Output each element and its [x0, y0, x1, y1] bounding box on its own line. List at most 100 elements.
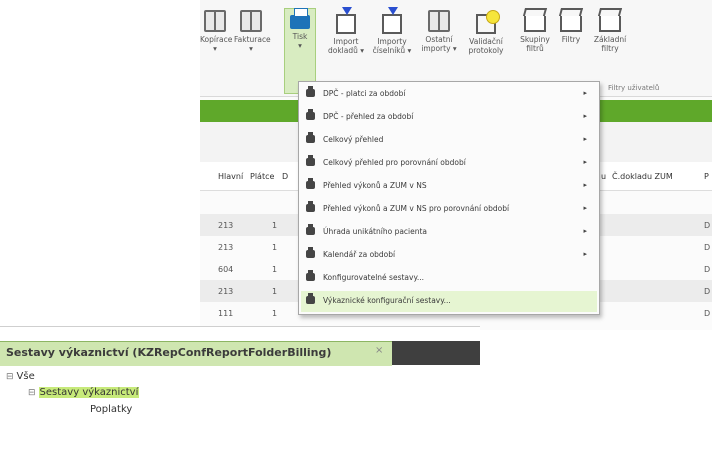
- column-header-hlavni[interactable]: Hlavní: [218, 172, 243, 181]
- book-icon: [240, 10, 262, 32]
- menu-item-label: Celkový přehled pro porovnání období: [323, 158, 466, 167]
- cell-p: D: [704, 309, 711, 318]
- cell-hlavni: 213: [218, 243, 234, 252]
- column-header-cdokladu-zum[interactable]: Č.dokladu ZUM: [612, 172, 673, 181]
- printer-icon: [306, 86, 315, 97]
- import-icon: [382, 7, 402, 34]
- report-tree: ⊟ Vše ⊟ Sestavy výkaznictví Poplatky: [0, 367, 480, 474]
- tree-node-poplatky[interactable]: Poplatky: [90, 404, 132, 415]
- menu-item-dpc-prehled[interactable]: DPČ - přehled za období ▸: [301, 107, 597, 128]
- cell-hlavni: 213: [218, 287, 234, 296]
- cell-p: D: [704, 221, 711, 230]
- menu-item-label: Výkaznické konfigurační sestavy...: [323, 296, 451, 305]
- menu-item-konfigurovatelne-sestavy[interactable]: Konfigurovatelné sestavy...: [301, 268, 597, 289]
- menu-item-label: DPČ - platci za období: [323, 89, 406, 98]
- menu-item-label: Úhrada unikátního pacienta: [323, 227, 428, 236]
- menu-item-celkovy-prehled-porovnani[interactable]: Celkový přehled pro porovnání období ▸: [301, 153, 597, 174]
- document-tab-strip: Sestavy výkaznictví (KZRepConfReportFold…: [0, 331, 480, 366]
- menu-item-label: Konfigurovatelné sestavy...: [323, 273, 424, 282]
- printer-icon: [306, 224, 315, 235]
- import-icon: [336, 7, 356, 34]
- book-icon: [428, 10, 450, 32]
- tray-icon: [599, 16, 621, 32]
- submenu-arrow-icon: ▸: [583, 181, 587, 189]
- menu-item-label: Kalendář za období: [323, 250, 396, 259]
- ribbon-screenshot: Kopírace ▾ Fakturace ▾ Tisk ▾ Import dok…: [200, 0, 712, 330]
- menu-item-dpc-platci[interactable]: DPČ - platci za období ▸: [301, 84, 597, 105]
- ostatni-sub-label: importy ▾: [421, 44, 457, 53]
- tray-icon: [524, 16, 546, 32]
- cell-p: D: [704, 265, 711, 274]
- menu-item-prehled-vykonu-zum-porovnani[interactable]: Přehled výkonů a ZUM v NS pro porovnání …: [301, 199, 597, 220]
- cell-platce: 1: [272, 287, 278, 296]
- menu-item-label: Přehled výkonů a ZUM v NS pro porovnání …: [323, 204, 510, 213]
- cell-p: D: [704, 287, 711, 296]
- document-tab-title: Sestavy výkaznictví (KZRepConfReportFold…: [6, 346, 332, 359]
- kopirace-dropdown-arrow: ▾: [213, 44, 217, 53]
- submenu-arrow-icon: ▸: [583, 135, 587, 143]
- book-icon: [204, 10, 226, 32]
- column-header-platce[interactable]: Plátce: [250, 172, 274, 181]
- menu-item-uhrada-pacienta[interactable]: Úhrada unikátního pacienta ▸: [301, 222, 597, 243]
- fakturace-dropdown-arrow: ▾: [249, 44, 253, 53]
- menu-item-label: Celkový přehled: [323, 135, 384, 144]
- tree-node-root[interactable]: ⊟ Vše: [6, 371, 35, 382]
- submenu-arrow-icon: ▸: [583, 89, 587, 97]
- submenu-arrow-icon: ▸: [583, 112, 587, 120]
- column-header-d[interactable]: D: [282, 172, 288, 181]
- cell-platce: 1: [272, 243, 278, 252]
- fakturace-button[interactable]: Fakturace ▾: [234, 10, 271, 94]
- submenu-arrow-icon: ▸: [583, 250, 587, 258]
- zakladni-label: Základní: [593, 35, 627, 44]
- menu-item-celkovy-prehled[interactable]: Celkový přehled ▸: [301, 130, 597, 151]
- printer-icon: [290, 8, 310, 29]
- submenu-arrow-icon: ▸: [583, 158, 587, 166]
- tree-node-label: Poplatky: [90, 404, 133, 415]
- report-folder-panel: Sestavy výkaznictví (KZRepConfReportFold…: [0, 326, 480, 474]
- menu-item-vykaznicke-konfiguracni-sestavy[interactable]: Výkaznické konfigurační sestavy...: [301, 291, 597, 312]
- importy-sub-label: číselníků ▾: [372, 46, 412, 55]
- validacni-sub-label: protokoly: [468, 46, 504, 55]
- tree-node-sestavy-vykaznictvi[interactable]: ⊟ Sestavy výkaznictví: [28, 387, 140, 398]
- filtry-hint: Filtry uživatelů: [608, 84, 660, 92]
- ostatni-label: Ostatní: [425, 35, 453, 44]
- tab-strip-background: [392, 341, 480, 365]
- menu-item-prehled-vykonu-zum[interactable]: Přehled výkonů a ZUM v NS ▸: [301, 176, 597, 197]
- printer-icon: [306, 178, 315, 189]
- submenu-arrow-icon: ▸: [583, 227, 587, 235]
- column-header-u[interactable]: u: [601, 172, 606, 181]
- fakturace-label: Fakturace: [234, 35, 271, 44]
- cell-platce: 1: [272, 309, 278, 318]
- cell-platce: 1: [272, 265, 278, 274]
- cell-hlavni: 111: [218, 309, 234, 318]
- cell-hlavni: 213: [218, 221, 234, 230]
- tree-node-label: Sestavy výkaznictví: [38, 387, 140, 398]
- zakladni-sub-label: filtry: [601, 44, 619, 53]
- menu-item-kalendar[interactable]: Kalendář za období ▸: [301, 245, 597, 266]
- printer-icon: [306, 109, 315, 120]
- validation-icon: [476, 10, 500, 34]
- import-label: Import: [333, 37, 359, 46]
- kopirace-button[interactable]: Kopírace ▾: [200, 10, 232, 94]
- printer-icon: [306, 132, 315, 143]
- import-sub-label: dokladů ▾: [327, 46, 365, 55]
- printer-icon: [306, 270, 315, 281]
- column-header-p[interactable]: P: [704, 172, 709, 181]
- tray-icon: [560, 16, 582, 32]
- cell-platce: 1: [272, 221, 278, 230]
- cell-p: D: [704, 243, 711, 252]
- collapse-icon[interactable]: ⊟: [28, 388, 36, 398]
- menu-item-label: Přehled výkonů a ZUM v NS: [323, 181, 427, 190]
- validacni-label: Validační: [469, 37, 503, 46]
- printer-icon: [306, 293, 315, 304]
- printer-icon: [306, 247, 315, 258]
- skupiny-label: Skupiny: [520, 35, 550, 44]
- tisk-dropdown-arrow: ▾: [298, 41, 302, 50]
- close-icon[interactable]: ×: [375, 345, 383, 356]
- filtry-label: Filtry: [561, 35, 581, 44]
- collapse-icon[interactable]: ⊟: [6, 372, 14, 382]
- importy-label: Importy: [377, 37, 407, 46]
- skupiny-sub-label: filtrů: [526, 44, 544, 53]
- cell-hlavni: 604: [218, 265, 234, 274]
- tisk-dropdown-menu: DPČ - platci za období ▸ DPČ - přehled z…: [298, 81, 600, 315]
